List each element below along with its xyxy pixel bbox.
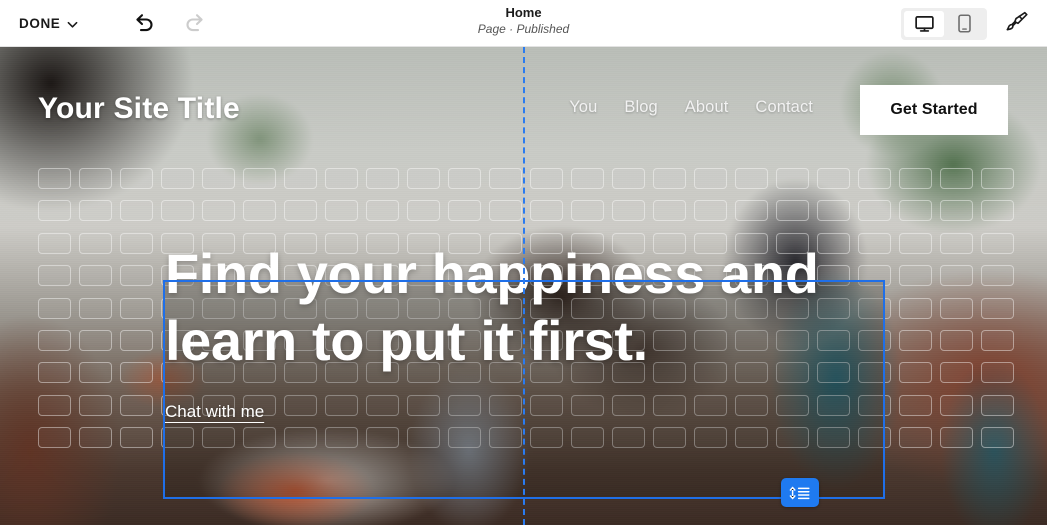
theme-style-button[interactable] [1002, 9, 1032, 39]
editor-toolbar: DONE Home Page · Published [0, 0, 1047, 47]
done-button-label: DONE [19, 15, 61, 31]
history-controls [130, 9, 209, 37]
toolbar-right-group [901, 0, 1035, 47]
undo-arrow-icon [132, 12, 156, 34]
mobile-phone-icon [957, 14, 971, 33]
site-header: Your Site Title You Blog About Contact G… [0, 47, 1047, 187]
redo-arrow-icon [183, 12, 207, 34]
site-preview-canvas[interactable]: Your Site Title You Blog About Contact G… [0, 47, 1047, 525]
site-title[interactable]: Your Site Title [38, 92, 240, 126]
hero-chat-link[interactable]: Chat with me [165, 402, 264, 422]
undo-button[interactable] [130, 9, 158, 37]
get-started-button[interactable]: Get Started [860, 85, 1008, 135]
nav-item-about[interactable]: About [685, 98, 729, 117]
vertical-spacing-icon [788, 485, 812, 501]
device-preview-toggle [901, 7, 987, 40]
spacing-adjust-handle[interactable] [781, 478, 819, 507]
device-desktop-button[interactable] [904, 10, 944, 37]
nav-item-blog[interactable]: Blog [624, 98, 657, 117]
nav-item-contact[interactable]: Contact [755, 98, 813, 117]
nav-item-you[interactable]: You [569, 98, 597, 117]
hero-text-block[interactable]: Find your happiness and learn to put it … [163, 234, 885, 452]
hero-headline[interactable]: Find your happiness and learn to put it … [165, 240, 881, 374]
redo-button[interactable] [181, 9, 209, 37]
toolbar-left-group: DONE [0, 9, 209, 37]
paintbrush-icon [1005, 9, 1030, 39]
done-button[interactable]: DONE [17, 12, 80, 35]
desktop-monitor-icon [914, 15, 934, 33]
device-mobile-button[interactable] [944, 11, 984, 37]
site-navigation: You Blog About Contact [569, 98, 813, 117]
chevron-down-icon [67, 19, 78, 30]
